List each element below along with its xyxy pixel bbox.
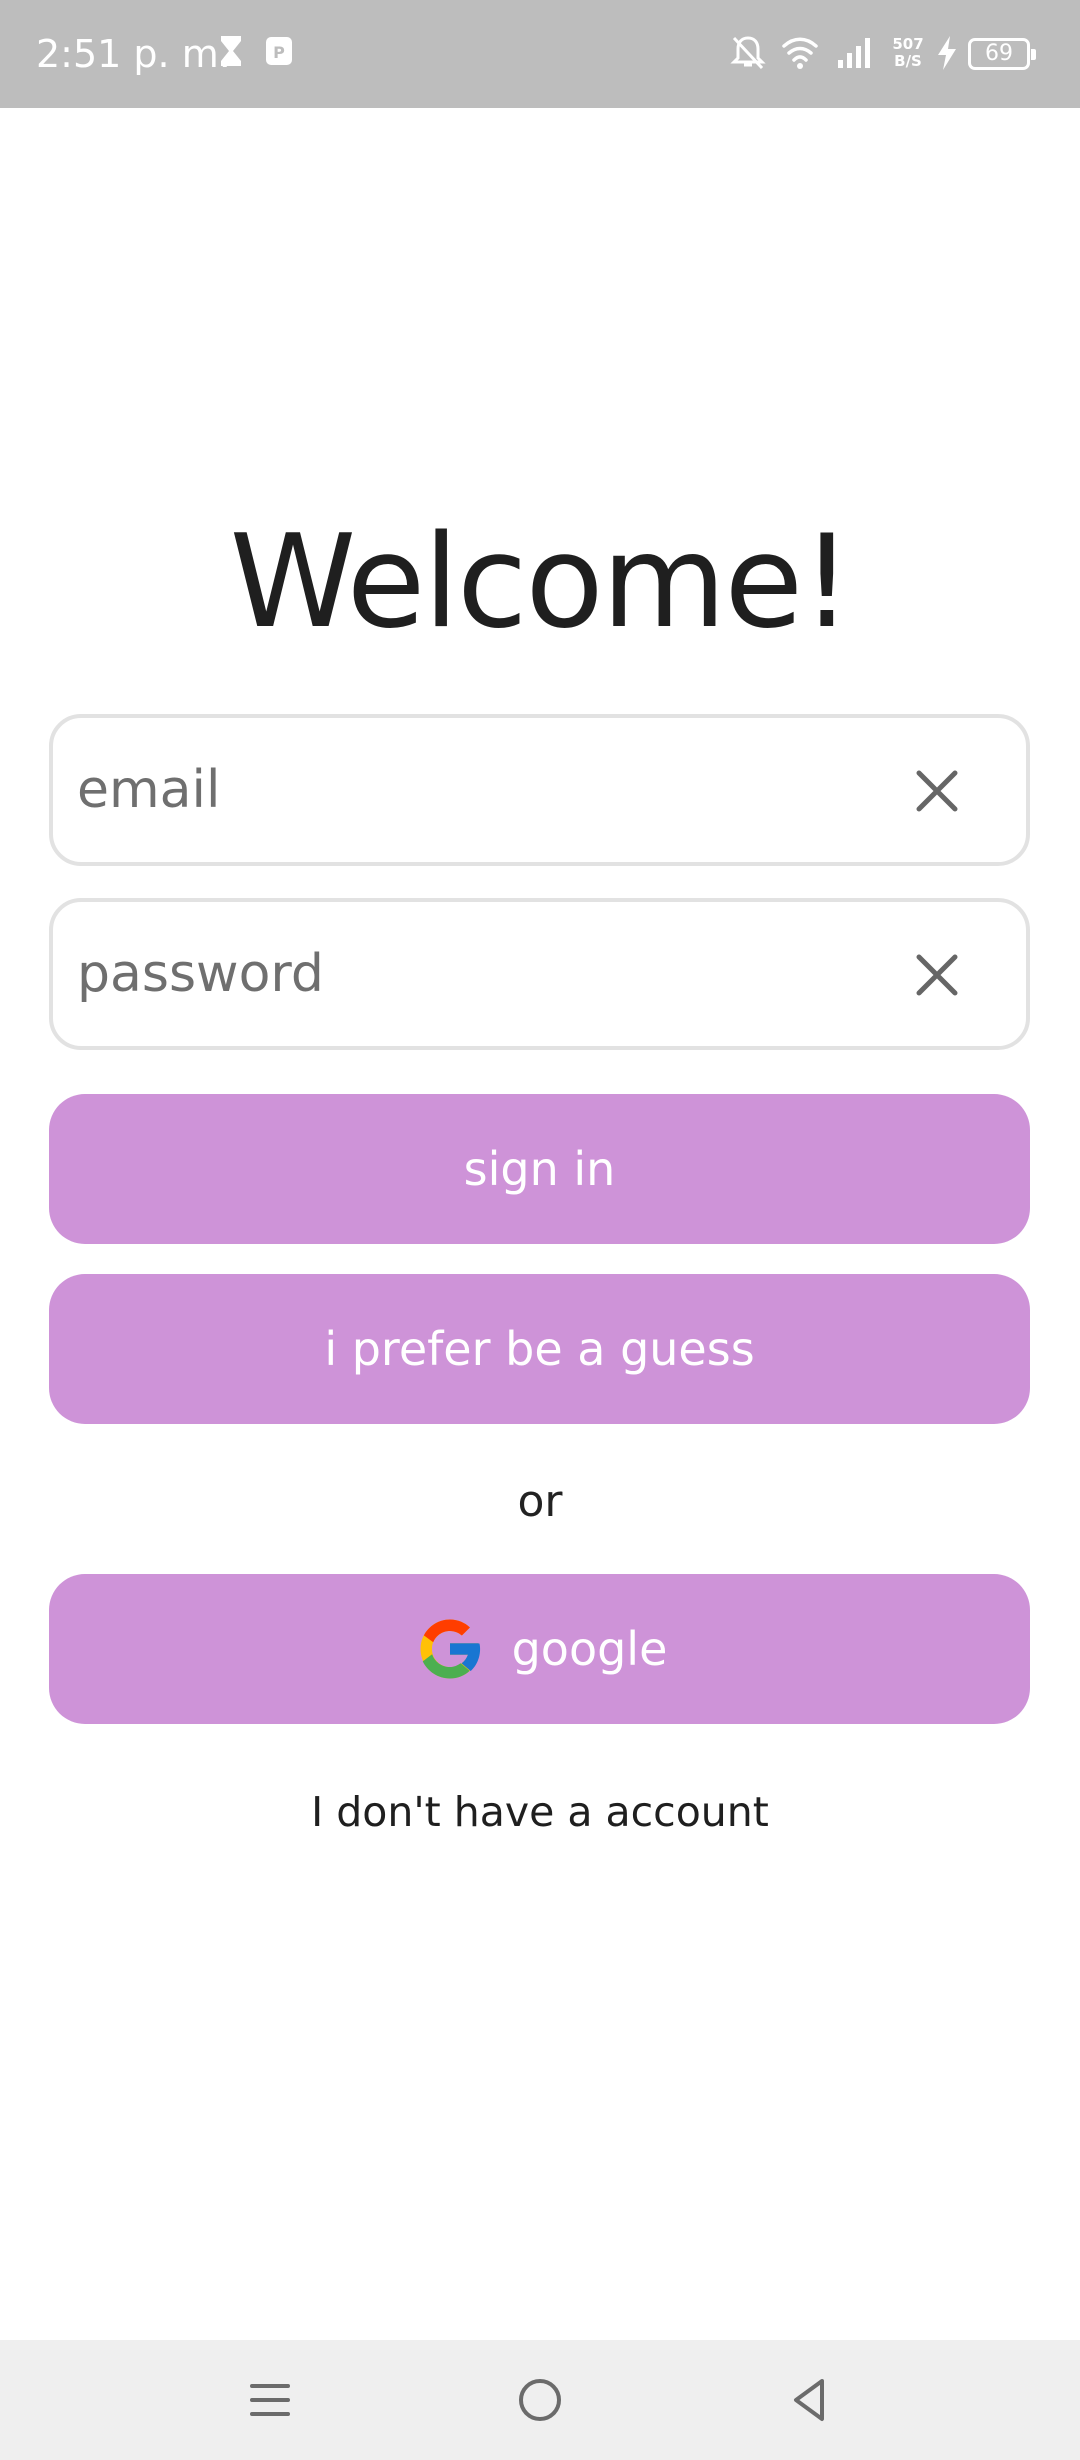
password-field-container [49,898,1030,1050]
home-icon[interactable] [510,2370,570,2430]
google-button-content: google [412,1574,668,1724]
battery-icon: 69 [968,38,1036,70]
wifi-icon [782,37,818,69]
status-bar: 2:51 p. m. P 507 B/S 69 [0,0,1080,108]
sign-in-button[interactable]: sign in [49,1094,1030,1244]
net-speed-unit: B/S [894,52,922,70]
signal-icon [838,38,870,68]
menu-icon[interactable] [240,2370,300,2430]
email-field-container [49,714,1030,866]
clear-email-icon[interactable] [914,768,960,814]
mute-icon [730,36,766,70]
clear-password-icon[interactable] [914,952,960,998]
email-field[interactable] [77,718,877,862]
net-speed-value: 507 [892,35,924,53]
back-icon[interactable] [780,2370,840,2430]
net-speed: 507 B/S [888,36,928,70]
navigation-bar [0,2340,1080,2460]
hourglass-icon [221,36,241,66]
page-title: Welcome! [229,508,853,657]
login-screen: 2:51 p. m. P 507 B/S 69 Welcome! email s… [0,0,1080,2460]
or-divider-text: or [517,1476,563,1527]
google-sign-in-button[interactable]: google [49,1574,1030,1724]
google-button-label: google [511,1622,668,1676]
no-account-link[interactable]: I don't have a account [0,1782,1080,1842]
charging-icon [938,36,956,70]
password-field[interactable] [77,902,877,1046]
pdf-app-icon: P [266,37,292,65]
svg-text:P: P [273,43,285,62]
status-time: 2:51 p. m. [36,32,231,76]
google-logo-icon [420,1619,481,1679]
guest-button[interactable]: i prefer be a guess [49,1274,1030,1424]
